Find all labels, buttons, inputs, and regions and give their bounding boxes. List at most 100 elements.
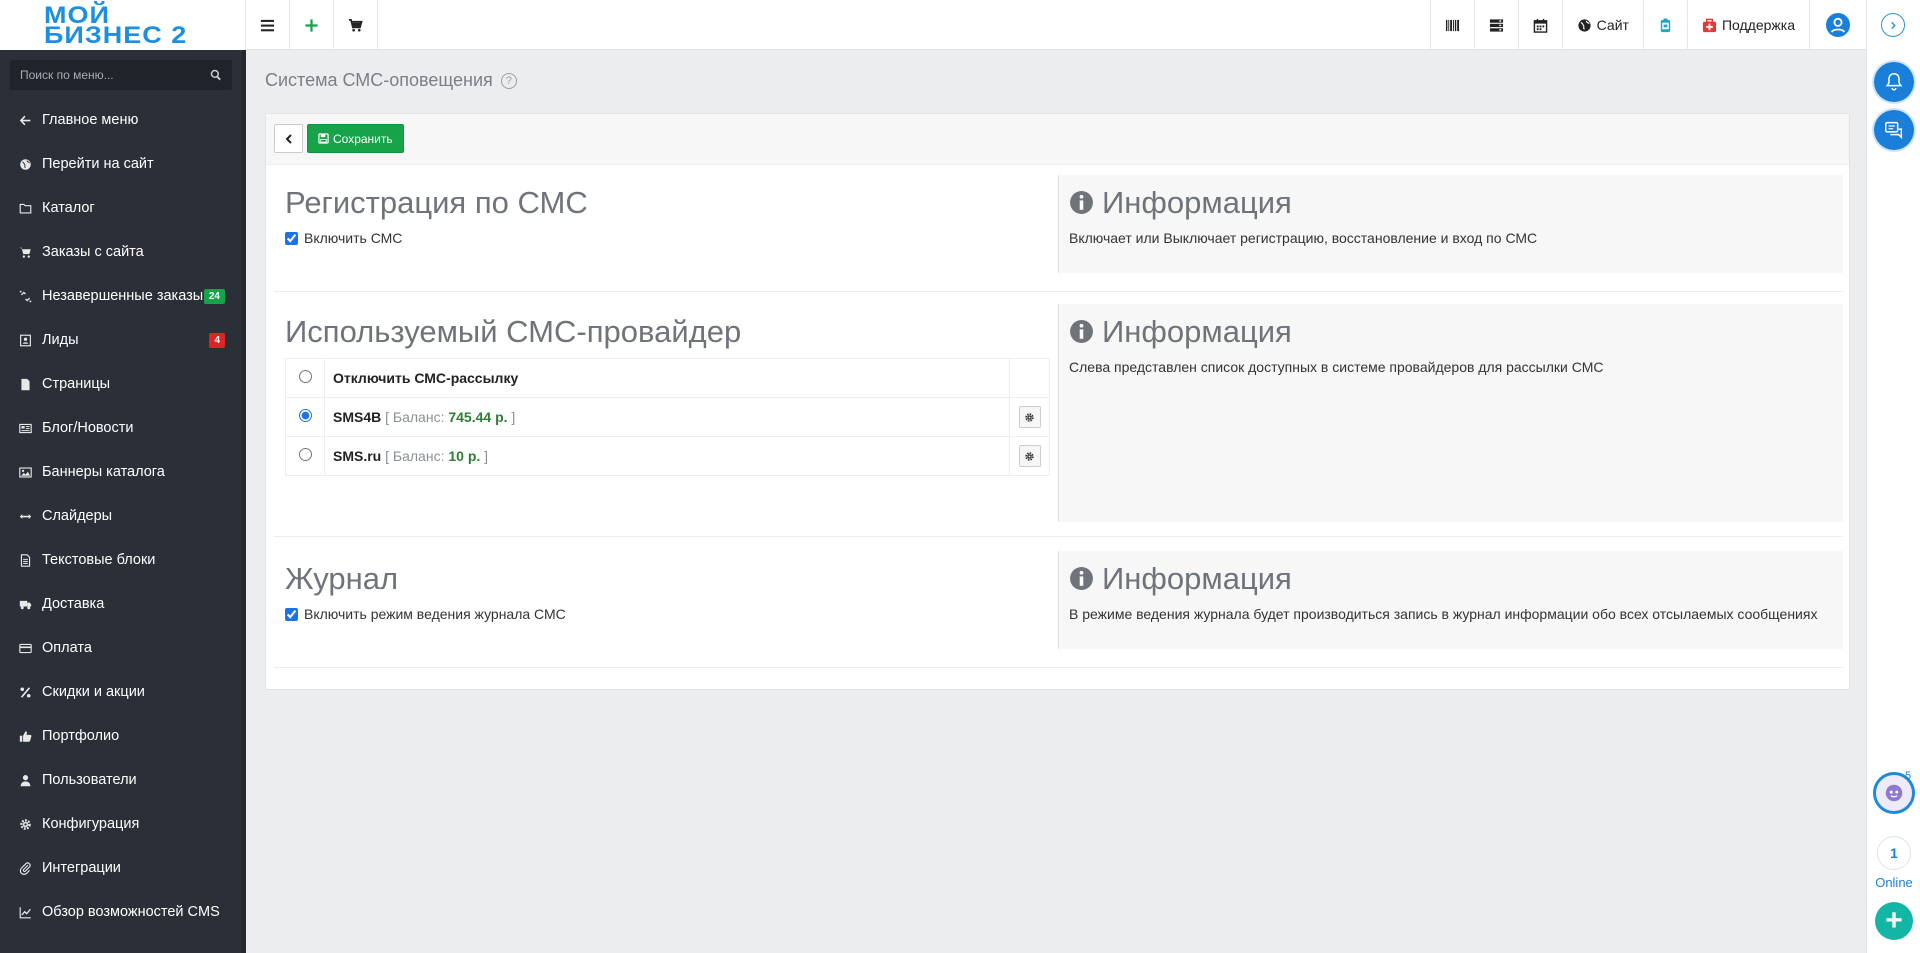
add-button[interactable] (290, 0, 334, 50)
provider-radio-smsru[interactable] (298, 448, 312, 461)
table-row[interactable]: Отключить СМС-рассылку (285, 358, 1050, 398)
gear-icon (1025, 451, 1034, 461)
back-button[interactable] (274, 124, 303, 153)
sidebar-item[interactable]: Оплата (0, 626, 242, 670)
sidebar-item[interactable]: Перейти на сайт (0, 142, 242, 186)
table-row[interactable]: SMS4B [ Баланс: 745.44 р. ] (285, 397, 1050, 437)
sidebar-item-label: Слайдеры (42, 508, 113, 524)
search-icon[interactable] (210, 69, 222, 81)
sidebar-item-label: Конфигурация (42, 816, 140, 832)
sidebar-item[interactable]: Блог/Новости (0, 406, 242, 450)
sidebar-item[interactable]: Заказы с сайта (0, 230, 242, 274)
sidebar-search (10, 60, 232, 90)
site-label: Сайт (1596, 17, 1629, 33)
enable-sms-checkbox-row[interactable]: Включить СМС (285, 230, 1055, 246)
sidebar-item[interactable]: Каталог (0, 186, 242, 230)
profile-button[interactable] (1809, 0, 1866, 50)
count-badge: 24 (203, 288, 225, 304)
enable-journal-checkbox-row[interactable]: Включить режим ведения журнала СМС (285, 606, 1055, 622)
provider-balance: 745.44 р. (448, 409, 508, 425)
sidebar-menu: Главное меню Перейти на сайт Каталог Заказы… (0, 98, 242, 934)
table-row[interactable]: SMS.ru [ Баланс: 10 р. ] (285, 436, 1050, 476)
settings-panel: Сохранить Регистрация по СМС Включить СМ… (265, 113, 1850, 690)
calendar-icon (1533, 18, 1547, 33)
globe-icon (17, 156, 33, 172)
rail-add-button[interactable]: + (1875, 902, 1913, 940)
right-rail: 5 1 Online + (1866, 0, 1920, 953)
top-bar: МОЙ БИЗНЕС 2 Сайт Поддержка (0, 0, 1866, 50)
journal-title: Журнал (285, 561, 399, 596)
sidebar-item[interactable]: Интеграции (0, 846, 242, 890)
image-icon (17, 464, 33, 480)
server-button[interactable] (1473, 0, 1518, 50)
chat-button[interactable] (1874, 110, 1914, 150)
sidebar-item-label: Блог/Новости (42, 420, 134, 436)
app-button[interactable] (1642, 0, 1687, 50)
sidebar-item[interactable]: Доставка (0, 582, 242, 626)
sidebar-item-label: Обзор возможностей CMS (42, 904, 220, 920)
provider-info: Информация Слева представлен список дост… (1058, 304, 1843, 522)
provider-table: Отключить СМС-рассылку SMS4B [ Баланс: 7… (285, 358, 1050, 476)
gear-icon (17, 816, 33, 832)
assistant-icon (1885, 784, 1903, 802)
sidebar-item-label: Скидки и акции (42, 684, 145, 700)
chevron-right-icon (1890, 21, 1896, 29)
sidebar-item-label: Текстовые блоки (42, 552, 156, 568)
notifications-button[interactable] (1874, 62, 1914, 102)
site-button[interactable]: Сайт (1561, 0, 1643, 50)
panel-toolbar: Сохранить (266, 114, 1849, 165)
disable-sms-radio[interactable] (298, 370, 312, 383)
sidebar-item[interactable]: Незавершенные заказы 24 (0, 274, 242, 318)
provider-name: SMS.ru (333, 448, 382, 464)
hamburger-menu-button[interactable] (246, 0, 290, 50)
sidebar-item[interactable]: Обзор возможностей CMS (0, 890, 242, 934)
sidebar-search-input[interactable] (20, 68, 210, 82)
journal-info: Информация В режиме ведения журнала буде… (1058, 551, 1843, 649)
sidebar-item-label: Лиды (42, 332, 79, 348)
support-button[interactable]: Поддержка (1686, 0, 1809, 50)
sidebar-item[interactable]: Слайдеры (0, 494, 242, 538)
sidebar-item[interactable]: Главное меню (0, 98, 242, 142)
folder-icon (17, 200, 33, 216)
logo[interactable]: МОЙ БИЗНЕС 2 (0, 0, 246, 50)
sidebar-item[interactable]: Текстовые блоки (0, 538, 242, 582)
provider-settings-button[interactable] (1018, 445, 1041, 467)
sidebar-item-label: Незавершенные заказы (42, 288, 204, 304)
sidebar-item[interactable]: Скидки и акции (0, 670, 242, 714)
chart-line-icon (17, 904, 33, 920)
credit-card-icon (17, 640, 33, 656)
sidebar-item[interactable]: Лиды 4 (0, 318, 242, 362)
section-journal: Журнал Включить режим ведения журнала СМ… (274, 551, 1843, 668)
barcode-button[interactable] (1429, 0, 1474, 50)
calendar-button[interactable] (1517, 0, 1562, 50)
online-label: Online (1875, 875, 1913, 890)
enable-journal-checkbox[interactable] (285, 607, 298, 621)
expand-rail-button[interactable] (1881, 13, 1905, 37)
sidebar: Главное меню Перейти на сайт Каталог Заказы… (0, 50, 246, 953)
count-badge: 4 (209, 332, 225, 348)
page-title: Система СМС-оповещения ? (265, 70, 517, 91)
save-button[interactable]: Сохранить (307, 124, 404, 153)
truck-icon (17, 596, 33, 612)
floppy-icon (318, 133, 329, 144)
online-count[interactable]: 1 (1877, 836, 1911, 870)
sidebar-item-label: Каталог (42, 200, 95, 216)
enable-sms-checkbox[interactable] (285, 231, 298, 245)
barcode-icon (1445, 19, 1459, 31)
sidebar-item[interactable]: Портфолио (0, 714, 242, 758)
sidebar-item[interactable]: Пользователи (0, 758, 242, 802)
sidebar-item[interactable]: Баннеры каталога (0, 450, 242, 494)
thumbs-up-icon (17, 728, 33, 744)
info-icon (1070, 567, 1093, 590)
provider-radio-sms4b[interactable] (298, 409, 312, 422)
sidebar-item-label: Оплата (42, 640, 92, 656)
sidebar-item[interactable]: Конфигурация (0, 802, 242, 846)
help-icon[interactable]: ? (500, 72, 517, 89)
sidebar-item-label: Доставка (42, 596, 105, 612)
percent-icon (17, 684, 33, 700)
sidebar-item[interactable]: Страницы (0, 362, 242, 406)
provider-settings-button[interactable] (1018, 406, 1041, 428)
user-avatar-icon (1826, 13, 1850, 37)
assistant-count: 5 (1905, 770, 1912, 782)
cart-button[interactable] (334, 0, 378, 50)
